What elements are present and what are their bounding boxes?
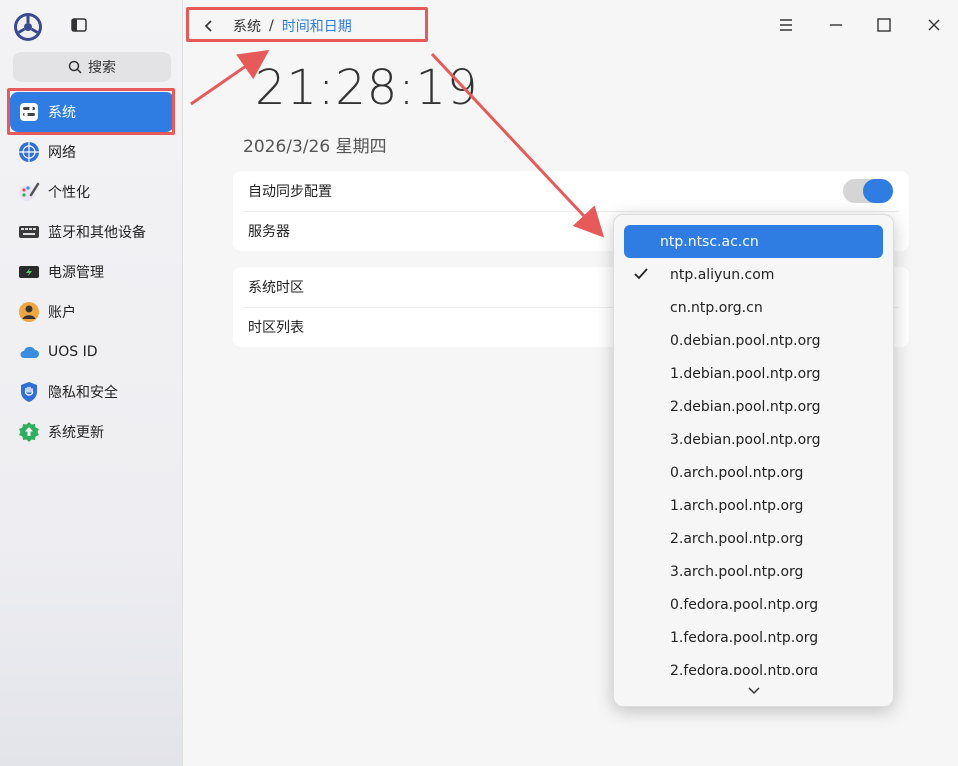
sidebar-item-label: 系统更新 <box>48 425 104 441</box>
sidebar-item-power[interactable]: 电源管理 <box>10 252 174 292</box>
ntp-server-option[interactable]: 0.fedora.pool.ntp.org <box>624 588 883 621</box>
maximize-icon[interactable] <box>875 16 893 34</box>
ntp-server-option-selected[interactable]: ntp.aliyun.com <box>624 258 883 291</box>
option-label: 1.debian.pool.ntp.org <box>670 365 821 382</box>
network-icon <box>19 142 39 162</box>
toggle-knob <box>863 179 893 203</box>
ntp-server-option[interactable]: 0.debian.pool.ntp.org <box>624 324 883 357</box>
sidebar-item-label: 系统 <box>48 105 76 121</box>
menu-icon[interactable] <box>777 16 795 34</box>
option-label: 0.debian.pool.ntp.org <box>670 332 821 349</box>
sidebar-item-account[interactable]: 账户 <box>10 292 174 332</box>
ntp-server-option[interactable]: 3.arch.pool.ntp.org <box>624 555 883 588</box>
sidebar-item-label: 账户 <box>48 305 76 321</box>
sidebar-item-system-update[interactable]: 系统更新 <box>10 412 174 452</box>
option-label: 2.arch.pool.ntp.org <box>670 530 804 547</box>
option-label: ntp.ntsc.ac.cn <box>660 233 759 250</box>
option-label: cn.ntp.org.cn <box>670 299 763 316</box>
sidebar-item-label: UOS ID <box>48 344 98 360</box>
sidebar-item-uos-id[interactable]: UOS ID <box>10 332 174 372</box>
sidebar-item-label: 个性化 <box>48 185 90 201</box>
option-label: 0.arch.pool.ntp.org <box>670 464 804 481</box>
option-label: 0.fedora.pool.ntp.org <box>670 596 819 613</box>
option-label: 1.arch.pool.ntp.org <box>670 497 804 514</box>
bluetooth-devices-icon <box>19 226 39 238</box>
sidebar-item-system[interactable]: 系统 <box>10 92 174 132</box>
breadcrumb: 系统 / 时间和日期 <box>203 15 352 37</box>
ntp-server-option[interactable]: 2.fedora.pool.ntp.org <box>624 654 883 676</box>
search-icon <box>68 60 82 74</box>
close-icon[interactable] <box>925 16 943 34</box>
auto-sync-toggle[interactable] <box>843 179 893 203</box>
search-input[interactable]: 搜索 <box>13 52 171 82</box>
option-label: 2.fedora.pool.ntp.org <box>670 662 819 676</box>
sidebar-nav: 系统 网络 个性化 蓝牙和其他设备 电源管理 账户 UOS ID 隐私和安全 系… <box>10 92 174 452</box>
ntp-server-option[interactable]: 1.fedora.pool.ntp.org <box>624 621 883 654</box>
update-icon <box>19 422 39 442</box>
sidebar-item-bluetooth-devices[interactable]: 蓝牙和其他设备 <box>10 212 174 252</box>
ntp-server-option[interactable]: 2.arch.pool.ntp.org <box>624 522 883 555</box>
sidebar-toggle-icon[interactable] <box>71 18 87 32</box>
personalization-icon <box>19 182 40 201</box>
option-label: 3.debian.pool.ntp.org <box>670 431 821 448</box>
sidebar-item-label: 电源管理 <box>48 265 104 281</box>
breadcrumb-parent[interactable]: 系统 <box>233 16 261 36</box>
sidebar-item-privacy-security[interactable]: 隐私和安全 <box>10 372 174 412</box>
system-timezone-label: 系统时区 <box>248 280 304 296</box>
control-center-logo-icon <box>14 13 42 41</box>
option-label: 2.debian.pool.ntp.org <box>670 398 821 415</box>
auto-sync-row: 自动同步配置 <box>233 171 909 211</box>
server-label: 服务器 <box>248 224 290 240</box>
option-label: 1.fedora.pool.ntp.org <box>670 629 819 646</box>
ntp-server-option[interactable]: ntp.ntsc.ac.cn <box>624 225 883 258</box>
option-label: 3.arch.pool.ntp.org <box>670 563 804 580</box>
search-placeholder: 搜索 <box>88 60 116 76</box>
ntp-server-option[interactable]: 1.debian.pool.ntp.org <box>624 357 883 390</box>
minimize-icon[interactable] <box>827 16 845 34</box>
ntp-server-option[interactable]: cn.ntp.org.cn <box>624 291 883 324</box>
sidebar-item-personalization[interactable]: 个性化 <box>10 172 174 212</box>
power-icon <box>19 266 39 278</box>
sidebar-item-label: 隐私和安全 <box>48 385 118 401</box>
option-label: ntp.aliyun.com <box>670 266 775 283</box>
ntp-server-dropdown[interactable]: ntp.ntsc.ac.cn ntp.aliyun.com cn.ntp.org… <box>613 214 894 707</box>
back-chevron-icon[interactable] <box>203 19 215 33</box>
timezone-list-label: 时区列表 <box>248 320 304 336</box>
scroll-down-chevron-icon[interactable] <box>747 686 761 696</box>
sidebar: 搜索 系统 网络 个性化 蓝牙和其他设备 电源管理 账户 UOS ID 隐私和安… <box>0 0 183 766</box>
ntp-server-option[interactable]: 1.arch.pool.ntp.org <box>624 489 883 522</box>
sidebar-item-label: 蓝牙和其他设备 <box>48 225 146 241</box>
checkmark-icon <box>634 268 648 280</box>
privacy-shield-icon <box>21 382 37 402</box>
breadcrumb-separator: / <box>269 18 274 34</box>
sidebar-item-label: 网络 <box>48 145 76 161</box>
system-icon <box>20 103 38 121</box>
sidebar-item-network[interactable]: 网络 <box>10 132 174 172</box>
clock-date: 2026/3/26 星期四 <box>243 137 387 157</box>
breadcrumb-current: 时间和日期 <box>281 19 352 35</box>
ntp-server-option[interactable]: 3.debian.pool.ntp.org <box>624 423 883 456</box>
auto-sync-label: 自动同步配置 <box>248 184 332 200</box>
cloud-icon <box>20 346 39 358</box>
ntp-server-option[interactable]: 0.arch.pool.ntp.org <box>624 456 883 489</box>
ntp-server-list: ntp.ntsc.ac.cn ntp.aliyun.com cn.ntp.org… <box>614 225 893 675</box>
ntp-server-option[interactable]: 2.debian.pool.ntp.org <box>624 390 883 423</box>
clock-time: 21:28:19 <box>255 60 479 116</box>
account-icon <box>19 302 39 322</box>
